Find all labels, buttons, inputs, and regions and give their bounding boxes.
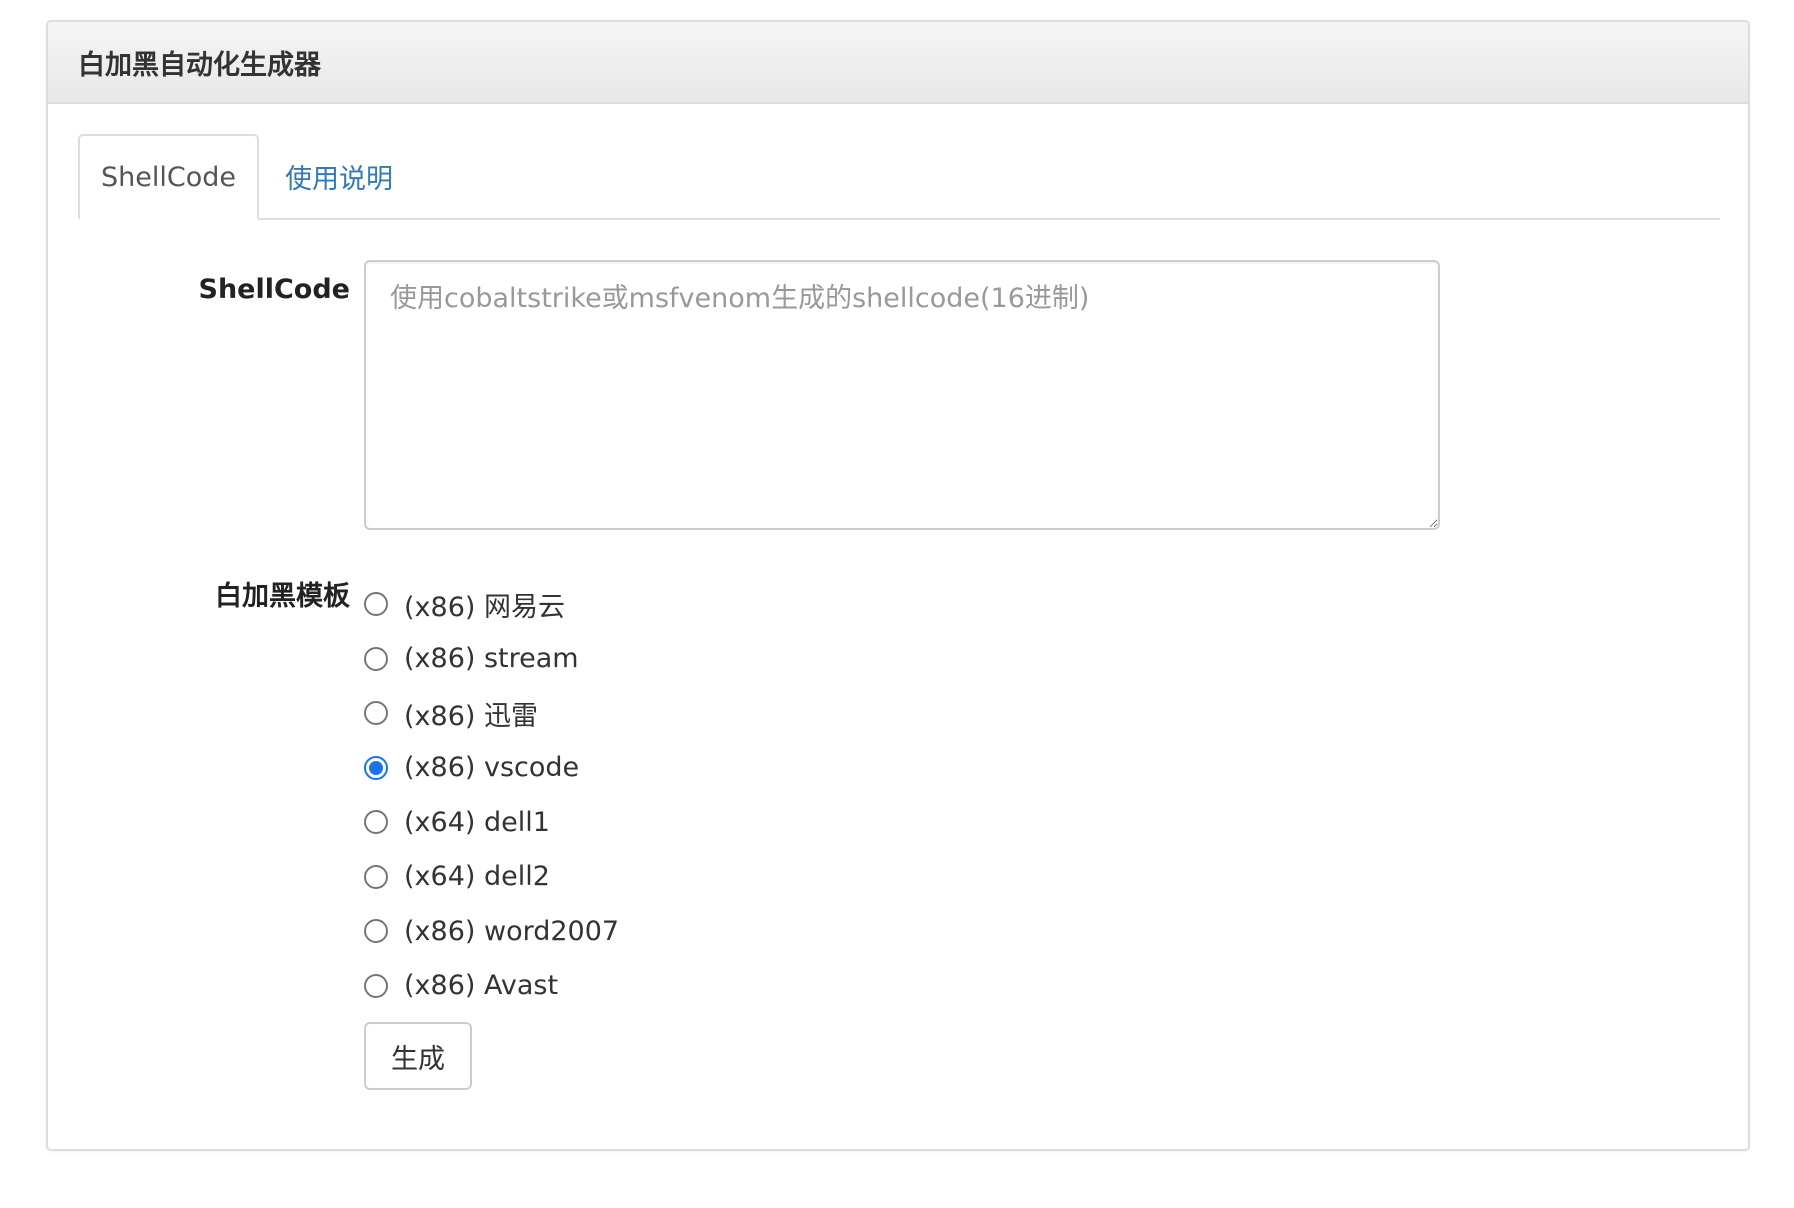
template-option-label: (x86) 迅雷 [404, 700, 538, 732]
template-option[interactable]: (x64) dell1 [364, 795, 619, 850]
shellcode-textarea-wrapper [364, 260, 1440, 530]
radio-button[interactable] [364, 592, 388, 617]
shellcode-input[interactable] [364, 260, 1440, 530]
template-option-label: (x64) dell1 [404, 806, 550, 838]
panel-heading: 白加黑自动化生成器 [48, 22, 1748, 104]
shellcode-label: ShellCode [198, 274, 351, 305]
radio-button[interactable] [364, 755, 388, 780]
radio-button[interactable] [364, 973, 388, 998]
template-option[interactable]: (x86) 迅雷 [364, 686, 619, 741]
template-option-label: (x86) Avast [404, 970, 559, 1002]
template-option[interactable]: (x86) Avast [364, 959, 619, 1014]
template-option[interactable]: (x64) dell2 [364, 850, 619, 905]
panel-title: 白加黑自动化生成器 [78, 49, 321, 81]
panel-body: ShellCode 使用说明 [48, 104, 1748, 250]
radio-button[interactable] [364, 919, 388, 944]
template-option-label: (x86) 网易云 [404, 591, 565, 623]
generate-button[interactable]: 生成 [364, 1022, 472, 1090]
tab-usage-instructions[interactable]: 使用说明 [259, 134, 393, 218]
tab-shellcode[interactable]: ShellCode [78, 134, 259, 220]
template-option[interactable]: (x86) word2007 [364, 904, 619, 959]
template-option-label: (x86) word2007 [404, 915, 620, 947]
template-option[interactable]: (x86) vscode [364, 741, 619, 796]
template-option-label: (x64) dell2 [404, 861, 550, 893]
radio-button[interactable] [364, 864, 388, 889]
template-option-label: (x86) stream [404, 643, 579, 675]
template-option[interactable]: (x86) 网易云 [364, 577, 619, 632]
tab-bar: ShellCode 使用说明 [78, 134, 1720, 220]
radio-button[interactable] [364, 646, 388, 671]
template-option-label: (x86) vscode [404, 752, 580, 784]
template-radio-group: (x86) 网易云 (x86) stream (x86) 迅雷 (x86) vs… [364, 577, 619, 1013]
template-label: 白加黑模板 [215, 581, 350, 612]
radio-button[interactable] [364, 810, 388, 835]
generator-panel: 白加黑自动化生成器 ShellCode 使用说明 ShellCode 白加黑模板… [46, 20, 1750, 1151]
radio-button[interactable] [364, 701, 388, 726]
template-option[interactable]: (x86) stream [364, 632, 619, 687]
